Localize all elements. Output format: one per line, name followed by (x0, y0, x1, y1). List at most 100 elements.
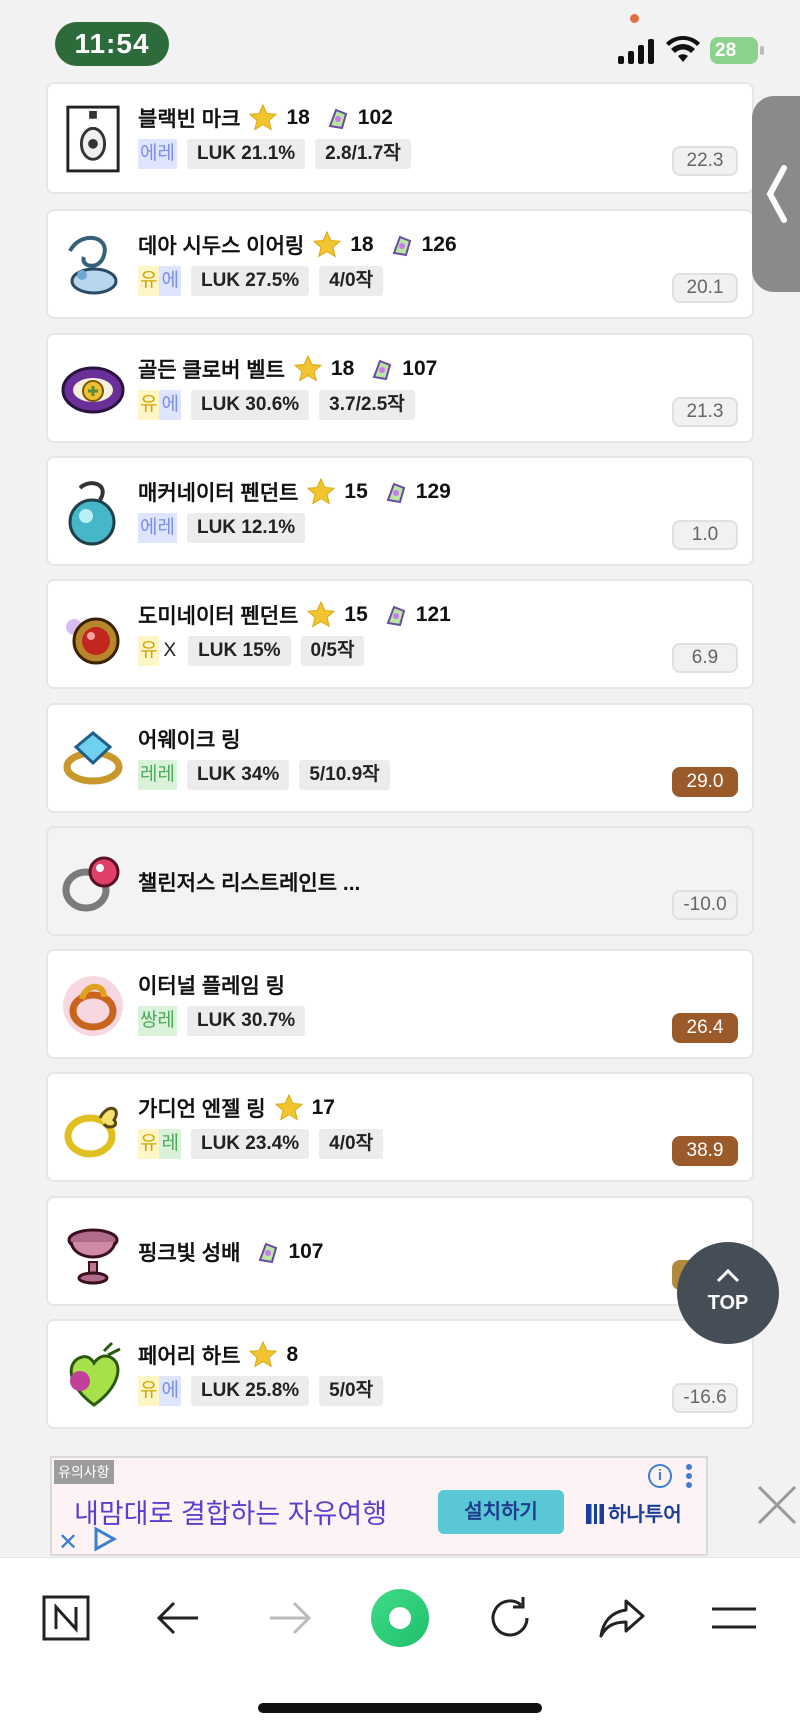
share-icon (599, 1599, 645, 1638)
ad-brand-logo: 하나투어 (586, 1498, 682, 1527)
grade-segment: 에 (159, 1376, 181, 1406)
stat-pill: LUK 34% (186, 759, 290, 790)
ad-headline[interactable]: 내맘대로 결합하는 자유여행 (74, 1492, 387, 1531)
hanatour-logo-icon (586, 1504, 604, 1524)
ad-close-small-icon[interactable]: ✕ (58, 1528, 78, 1557)
earring-icon (60, 231, 126, 301)
naver-n-icon (42, 1595, 90, 1641)
ad-choices-icon[interactable] (92, 1526, 118, 1552)
potential-grade-badge: 에레 (138, 139, 177, 169)
item-card[interactable]: 이터널 플레임 링 쌍레 LUK 30.7% 26.4 (46, 949, 754, 1060)
stat-pill: LUK 21.1% (186, 139, 306, 169)
star-icon (274, 1094, 303, 1121)
star-icon (249, 1340, 278, 1368)
green-dot-icon (371, 1589, 429, 1647)
grade-segment: 유 (138, 1376, 160, 1406)
item-score-badge: 21.3 (672, 396, 738, 427)
ad-more-icon[interactable] (686, 1464, 692, 1488)
item-card[interactable]: 매커네이터 펜던트 15 129 에레 LUK 12.1% 1.0 (46, 455, 754, 566)
potential-grade-badge: 유레 (138, 1129, 181, 1160)
item-card[interactable]: 데아 시두스 이어링 18 126 유 에 LUK 27.5% 4/0작 20.1 (46, 209, 754, 320)
item-score-badge: 6.9 (672, 643, 738, 674)
item-title-row: 핑크빛 성배 107 (138, 1236, 323, 1268)
star-force-count: 8 (286, 1343, 299, 1366)
ad-install-button[interactable]: 설치하기 (438, 1490, 564, 1534)
home-indicator (258, 1703, 542, 1713)
item-card[interactable]: 챌린저스 리스트레인트 ... -10.0 (46, 825, 754, 936)
ad-notice-badge[interactable]: 유의사항 (54, 1460, 114, 1484)
item-name: 골든 클로버 벨트 (138, 358, 285, 382)
potential-value: 107 (288, 1239, 324, 1263)
menu-button[interactable] (704, 1588, 764, 1648)
scroll-top-label: TOP (707, 1292, 749, 1314)
cellular-signal-icon (618, 38, 654, 64)
item-score-badge: -10.0 (672, 889, 738, 920)
potential-gem-icon (386, 482, 405, 504)
ring-blue-icon (60, 725, 126, 795)
ad-banner[interactable]: 유의사항 i 내맘대로 결합하는 자유여행 설치하기 하나투어 ✕ (50, 1456, 708, 1556)
scroll-top-button[interactable]: TOP (677, 1242, 779, 1344)
back-button[interactable] (148, 1588, 208, 1648)
refresh-button[interactable] (480, 1588, 540, 1648)
grade-segment: 유 (138, 636, 160, 667)
stat-pill: 2.8/1.7작 (315, 139, 411, 169)
forward-button[interactable] (260, 1588, 320, 1648)
star-force-count: 15 (344, 479, 368, 503)
item-tag-row: 유 레 LUK 23.4% 4/0작 (138, 1128, 384, 1160)
grade-segment: 레레 (138, 759, 177, 790)
item-tag-row: 유 에 LUK 27.5% 4/0작 (138, 265, 384, 297)
item-card[interactable]: 핑크빛 성배10776.0 (46, 1195, 754, 1306)
item-card[interactable]: 도미네이터 펜던트 15 121 유 X LUK 15% 0/5작 6.9 (46, 579, 754, 690)
stat-pill: LUK 25.8% (190, 1376, 310, 1406)
item-card[interactable]: 어웨이크 링 레레 LUK 34% 5/10.9작 29.0 (46, 702, 754, 813)
ring-flame-icon (60, 971, 126, 1041)
star-icon (307, 600, 336, 628)
ring-angel-icon (60, 1094, 126, 1164)
naver-home-button[interactable] (36, 1588, 96, 1648)
item-tag-row: 에레 LUK 21.1% 2.8/1.7작 (138, 138, 411, 170)
chevron-left-icon (766, 165, 787, 223)
item-tag-row: 에레 LUK 12.1% (138, 512, 306, 544)
grade-segment: 유 (138, 389, 160, 420)
potential-value: 126 (421, 233, 457, 257)
potential-value: 121 (415, 603, 451, 627)
item-card[interactable]: 가디언 엔젤 링 17 유 레 LUK 23.4% 4/0작 38.9 (46, 1072, 754, 1183)
grade-segment: 유 (138, 266, 160, 297)
potential-grade-badge: 유X (138, 636, 178, 667)
battery-nub (760, 46, 764, 55)
star-force-count: 18 (286, 106, 310, 129)
item-card[interactable]: 블랙빈 마크 18 102 에레 LUK 21.1% 2.8/1.7작 22.3 (46, 82, 754, 194)
item-title-row: 가디언 엔젤 링 17 (138, 1092, 335, 1124)
potential-value: 129 (415, 479, 451, 503)
item-score-badge: 1.0 (672, 519, 738, 550)
item-card[interactable]: 페어리 하트 8 유 에 LUK 25.8% 5/0작 -16.6 (46, 1319, 754, 1429)
star-force-count: 17 (311, 1096, 335, 1120)
item-name: 챌린저스 리스트레인트 ... (138, 871, 361, 895)
potential-grade-badge: 유에 (138, 389, 181, 420)
ad-close-icon[interactable] (756, 1484, 798, 1526)
star-icon (307, 477, 336, 505)
item-title-row: 매커네이터 펜던트 15 129 (138, 476, 451, 508)
item-title-row: 도미네이터 펜던트 15 121 (138, 599, 451, 631)
potential-grade-badge: 유에 (138, 1376, 181, 1406)
refresh-icon (491, 1597, 529, 1637)
grade-segment: X (163, 640, 177, 662)
item-title-row: 어웨이크 링 (138, 723, 240, 755)
grade-segment: 레 (159, 1129, 181, 1160)
item-name: 데아 시두스 이어링 (138, 235, 305, 259)
stat-pill: 0/5작 (300, 636, 365, 667)
side-drawer-tab[interactable] (752, 96, 800, 292)
stat-pill: LUK 27.5% (190, 266, 310, 297)
item-title-row: 골든 클로버 벨트 18 107 (138, 353, 437, 385)
star-icon (313, 231, 342, 258)
item-score-badge: 22.3 (672, 146, 738, 176)
ad-info-icon[interactable]: i (648, 1464, 672, 1488)
stat-pill: LUK 30.7% (186, 1006, 306, 1037)
item-tag-row: 쌍레 LUK 30.7% (138, 1005, 306, 1037)
grade-segment: 에레 (138, 139, 177, 169)
green-dot-button[interactable] (370, 1588, 430, 1648)
item-card[interactable]: 골든 클로버 벨트 18 107 유 에 LUK 30.6% 3.7/2.5작 21.3 (46, 332, 754, 443)
battery-level: 28 (715, 40, 737, 61)
status-time: 11:54 (55, 22, 169, 66)
share-button[interactable] (592, 1588, 652, 1648)
